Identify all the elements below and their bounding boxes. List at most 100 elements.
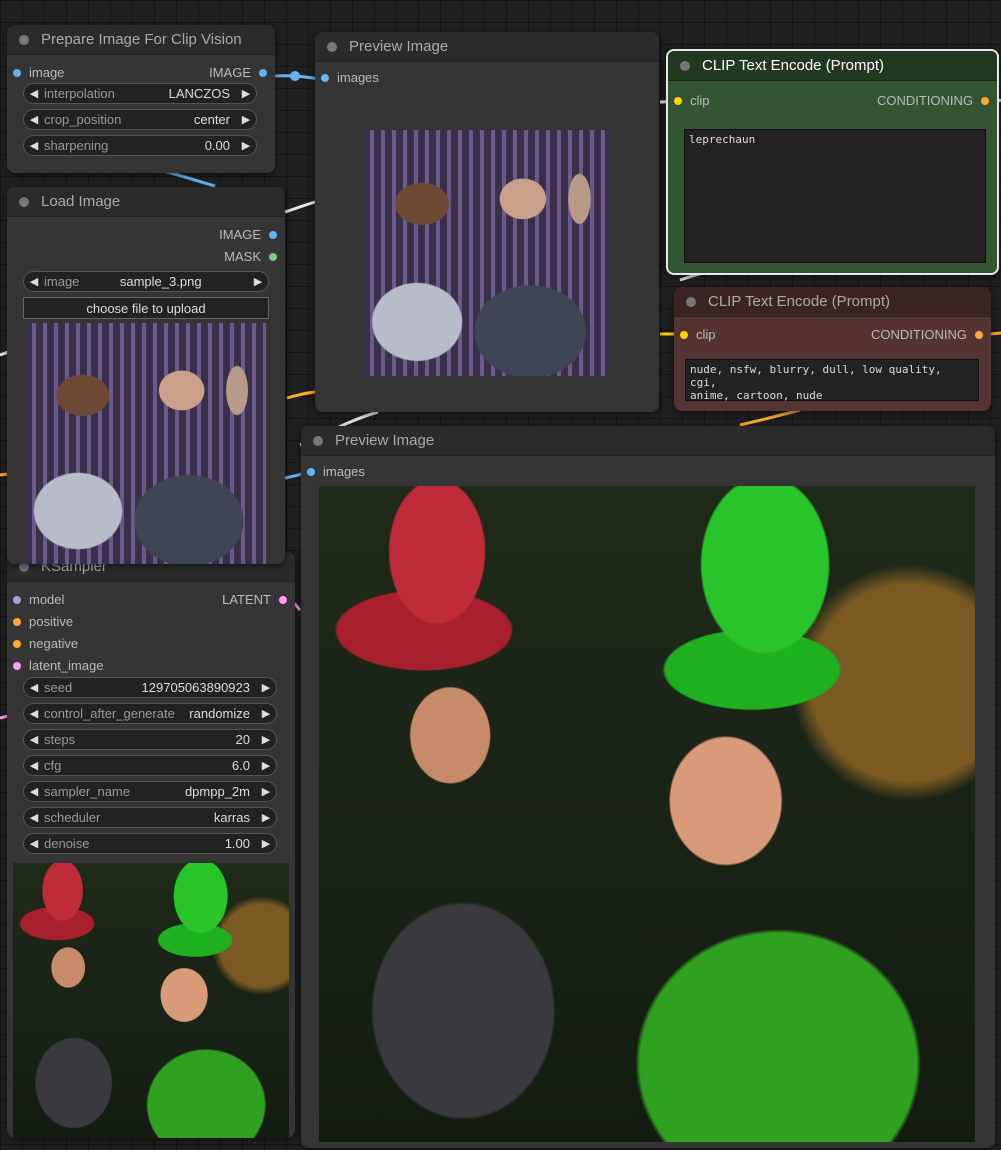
image-port-icon[interactable] [259,68,267,77]
arrow-left-icon[interactable]: ◀ [24,707,44,720]
negative-prompt-textarea[interactable]: nude, nsfw, blurry, dull, low quality, c… [685,359,979,402]
prompt-textarea[interactable]: leprechaun [684,129,986,263]
arrow-right-icon[interactable]: ▶ [236,113,256,126]
collapse-dot-icon[interactable] [19,196,29,207]
widget-label: denoise [44,836,90,851]
output-conditioning[interactable]: CONDITIONING [871,327,983,342]
image-port-icon[interactable] [307,467,315,476]
clip-port-icon[interactable] [674,96,682,105]
input-image[interactable]: image [13,65,64,80]
node-title-text: Prepare Image For Clip Vision [41,31,242,48]
output-conditioning[interactable]: CONDITIONING [877,93,989,108]
widget-seed[interactable]: ◀ seed 129705063890923 ▶ [23,677,277,698]
arrow-right-icon[interactable]: ▶ [256,759,276,772]
preview-image-leprechaun [319,486,975,1142]
collapse-dot-icon[interactable] [313,435,323,446]
clip-port-icon[interactable] [680,330,688,339]
widget-image-select[interactable]: ◀ image sample_3.png ▶ [23,271,269,292]
arrow-right-icon[interactable]: ▶ [248,275,268,288]
node-load-image[interactable]: Load Image IMAGE MASK ◀ image sample_3.p… [7,187,285,564]
mask-port-icon[interactable] [269,252,277,261]
node-preview-top[interactable]: Preview Image images [315,32,659,412]
widget-label: scheduler [44,810,101,825]
widget-value: LANCZOS [168,86,230,101]
output-image[interactable]: IMAGE [219,227,277,242]
collapse-dot-icon[interactable] [686,296,696,307]
arrow-right-icon[interactable]: ▶ [256,785,276,798]
arrow-left-icon[interactable]: ◀ [24,733,44,746]
arrow-left-icon[interactable]: ◀ [24,87,44,100]
input-negative[interactable]: negative [13,636,78,651]
widget-value: karras [213,810,250,825]
port-label: clip [690,93,710,108]
widget-cfg[interactable]: ◀ cfg 6.0 ▶ [23,755,277,776]
widget-label: cfg [44,758,62,773]
arrow-right-icon[interactable]: ▶ [236,139,256,152]
arrow-right-icon[interactable]: ▶ [256,681,276,694]
node-preview-big[interactable]: Preview Image images [301,426,995,1148]
node-title[interactable]: Prepare Image For Clip Vision [7,25,275,55]
conditioning-port-icon[interactable] [975,330,983,339]
node-title[interactable]: Preview Image [315,32,659,62]
input-images[interactable]: images [307,464,365,479]
conditioning-port-icon[interactable] [13,639,21,648]
collapse-dot-icon[interactable] [680,60,690,71]
node-title[interactable]: CLIP Text Encode (Prompt) [668,51,997,81]
node-title-text: Preview Image [335,432,435,449]
node-title[interactable]: Preview Image [301,426,995,456]
output-image[interactable]: IMAGE [209,65,267,80]
image-port-icon[interactable] [13,68,21,77]
widget-steps[interactable]: ◀ steps 20 ▶ [23,729,277,750]
node-title[interactable]: CLIP Text Encode (Prompt) [674,287,991,317]
choose-file-button[interactable]: choose file to upload [23,297,269,319]
model-port-icon[interactable] [13,595,21,604]
widget-crop-position[interactable]: ◀ crop_position center ▶ [23,109,257,130]
latent-port-icon[interactable] [279,595,287,604]
node-ksampler[interactable]: KSampler model LATENT positive negative … [7,552,295,1138]
input-positive[interactable]: positive [13,614,73,629]
widget-interpolation[interactable]: ◀ interpolation LANCZOS ▶ [23,83,257,104]
widget-sharpening[interactable]: ◀ sharpening 0.00 ▶ [23,135,257,156]
conditioning-port-icon[interactable] [13,617,21,626]
arrow-right-icon[interactable]: ▶ [256,837,276,850]
port-label: CONDITIONING [870,327,967,342]
port-label: clip [696,327,716,342]
collapse-dot-icon[interactable] [19,34,29,45]
widget-value: 1.00 [224,836,250,851]
arrow-right-icon[interactable]: ▶ [256,733,276,746]
widget-scheduler[interactable]: ◀ scheduler karras ▶ [23,807,277,828]
widget-denoise[interactable]: ◀ denoise 1.00 ▶ [23,833,277,854]
node-clip-text-positive[interactable]: CLIP Text Encode (Prompt) clip CONDITION… [666,49,999,275]
port-label: model [29,592,65,607]
input-clip[interactable]: clip [680,327,716,342]
image-port-icon[interactable] [269,230,277,239]
arrow-left-icon[interactable]: ◀ [24,759,44,772]
arrow-left-icon[interactable]: ◀ [24,837,44,850]
input-model[interactable]: model [13,592,64,607]
output-mask[interactable]: MASK [224,249,277,264]
widget-sampler-name[interactable]: ◀ sampler_name dpmpp_2m ▶ [23,781,277,802]
input-clip[interactable]: clip [674,93,710,108]
image-port-icon[interactable] [321,73,329,82]
arrow-left-icon[interactable]: ◀ [24,681,44,694]
input-images[interactable]: images [321,70,379,85]
arrow-right-icon[interactable]: ▶ [256,707,276,720]
arrow-left-icon[interactable]: ◀ [24,785,44,798]
arrow-right-icon[interactable]: ▶ [236,87,256,100]
arrow-left-icon[interactable]: ◀ [24,811,44,824]
node-clip-text-negative[interactable]: CLIP Text Encode (Prompt) clip CONDITION… [674,287,991,411]
arrow-left-icon[interactable]: ◀ [24,113,44,126]
node-title[interactable]: Load Image [7,187,285,217]
output-latent[interactable]: LATENT [222,592,287,607]
widget-control-after-generate[interactable]: ◀ control_after_generate randomize ▶ [23,703,277,724]
arrow-left-icon[interactable]: ◀ [24,139,44,152]
widget-label: seed [44,680,73,695]
arrow-left-icon[interactable]: ◀ [24,275,44,288]
arrow-right-icon[interactable]: ▶ [256,811,276,824]
collapse-dot-icon[interactable] [327,41,337,52]
latent-port-icon[interactable] [13,661,21,670]
conditioning-port-icon[interactable] [981,96,989,105]
ksampler-preview-image [13,863,289,1138]
input-latent-image[interactable]: latent_image [13,658,103,673]
node-prepare-clip-vision[interactable]: Prepare Image For Clip Vision image IMAG… [7,25,275,173]
